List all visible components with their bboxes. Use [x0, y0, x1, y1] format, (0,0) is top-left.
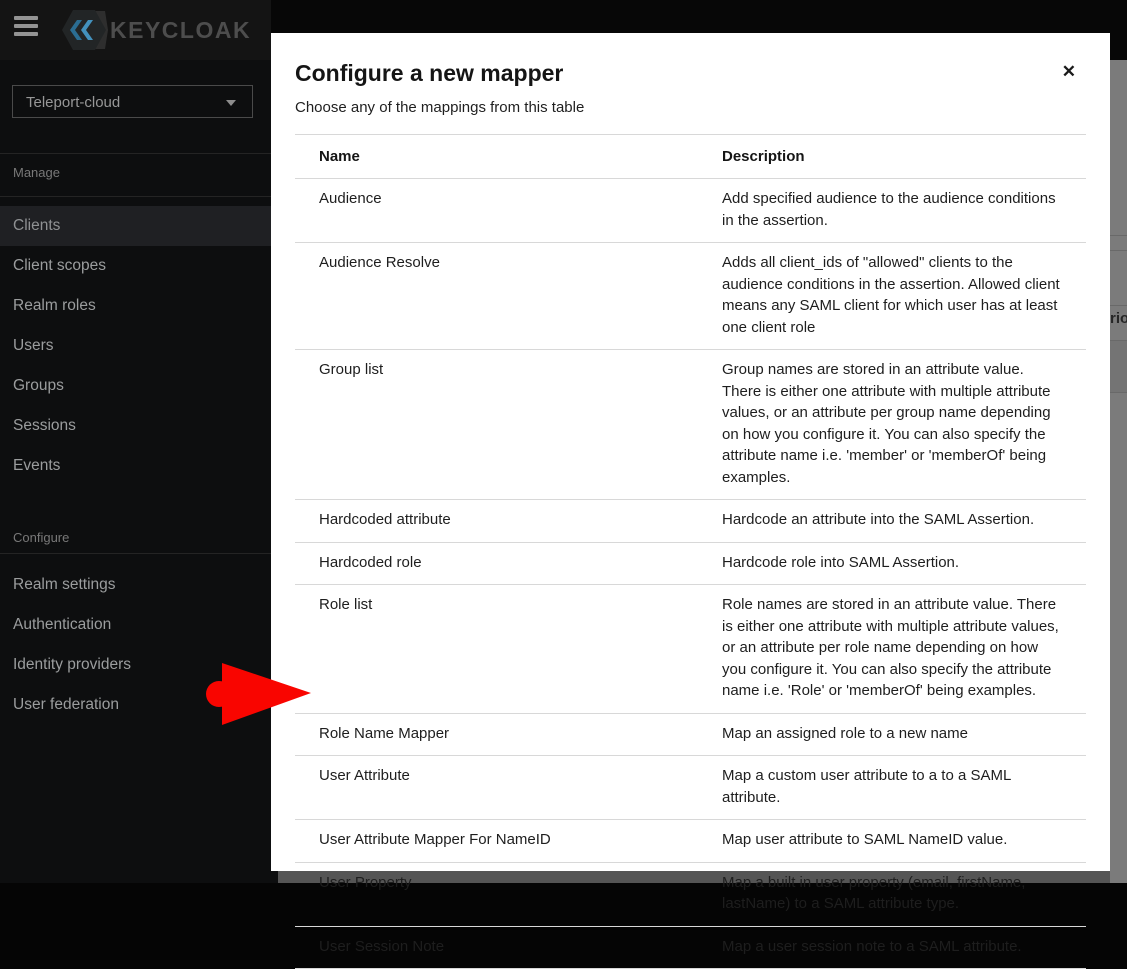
- mapper-description: Map user attribute to SAML NameID value.: [722, 819, 1086, 863]
- chevron-down-icon: [226, 100, 236, 106]
- mapper-row[interactable]: User Property Map a built in user proper…: [295, 862, 1086, 927]
- mapper-name[interactable]: Audience Resolve: [295, 242, 722, 350]
- sidebar-nav-item[interactable]: Sessions: [0, 406, 278, 446]
- mapper-row[interactable]: Role list Role names are stored in an at…: [295, 584, 1086, 714]
- sidebar-nav-item[interactable]: Realm roles: [0, 286, 278, 326]
- mapper-name[interactable]: Role Name Mapper: [295, 713, 722, 756]
- sidebar-divider: [0, 196, 278, 197]
- realm-selector-value: Teleport-cloud: [26, 94, 121, 111]
- configure-mapper-modal: Configure a new mapper Choose any of the…: [271, 33, 1110, 969]
- sidebar-section-title-configure: Configure: [13, 530, 70, 545]
- dimmed-background-content: rio: [1110, 60, 1127, 883]
- sidebar-nav-item-label: Clients: [13, 217, 61, 234]
- sidebar-nav-item[interactable]: Identity providers: [0, 645, 278, 685]
- mapper-description: Add specified audience to the audience c…: [722, 178, 1086, 243]
- mapper-table-body: Audience Add specified audience to the a…: [295, 178, 1086, 969]
- mapper-name[interactable]: User Attribute: [295, 755, 722, 820]
- sidebar-nav-configure: Realm settings Authentication Identity p…: [0, 565, 278, 725]
- keycloak-logo-text: KEYCLOAK: [110, 16, 252, 43]
- sidebar-nav-item[interactable]: Realm settings: [0, 565, 278, 605]
- sidebar-nav-manage: Clients Client scopes Realm roles Users …: [0, 206, 278, 486]
- sidebar-divider: [0, 553, 278, 554]
- sidebar-section-title-manage: Manage: [13, 165, 60, 180]
- mapper-name[interactable]: Hardcoded role: [295, 542, 722, 585]
- realm-selector-dropdown[interactable]: Teleport-cloud: [12, 85, 253, 118]
- mapper-name[interactable]: User Property: [295, 862, 722, 927]
- mapper-description: Map a built in user property (email, fir…: [722, 862, 1086, 927]
- sidebar-nav-item[interactable]: Client scopes: [0, 246, 278, 286]
- clipped-background-text: rio: [1110, 310, 1127, 327]
- keycloak-logo: KEYCLOAK: [62, 8, 251, 52]
- mapper-row[interactable]: Group list Group names are stored in an …: [295, 349, 1086, 500]
- sidebar-nav-item-label: Groups: [13, 377, 64, 394]
- mapper-table-header-row: Name Description: [295, 135, 1086, 179]
- sidebar-nav-item-label: Users: [13, 337, 54, 354]
- mapper-row[interactable]: User Session Note Map a user session not…: [295, 926, 1086, 969]
- mapper-name[interactable]: User Attribute Mapper For NameID: [295, 819, 722, 863]
- mapper-row[interactable]: Role Name Mapper Map an assigned role to…: [295, 713, 1086, 756]
- mapper-name[interactable]: User Session Note: [295, 926, 722, 969]
- keycloak-logo-icon: [62, 10, 108, 50]
- sidebar-nav-item-label: Realm roles: [13, 297, 96, 314]
- mapper-description: Adds all client_ids of "allowed" clients…: [722, 242, 1086, 350]
- modal-subtitle: Choose any of the mappings from this tab…: [295, 99, 585, 116]
- close-icon[interactable]: ✕: [1060, 61, 1078, 82]
- mapper-description: Role names are stored in an attribute va…: [722, 584, 1086, 714]
- mapper-row[interactable]: Hardcoded role Hardcode role into SAML A…: [295, 542, 1086, 585]
- column-header-name: Name: [295, 135, 722, 179]
- sidebar-nav-item[interactable]: Clients: [0, 206, 278, 246]
- mapper-row[interactable]: User Attribute Map a custom user attribu…: [295, 755, 1086, 820]
- mapper-table: Name Description Audience Add specified …: [295, 135, 1086, 969]
- sidebar-nav-item[interactable]: Authentication: [0, 605, 278, 645]
- mapper-name[interactable]: Group list: [295, 349, 722, 500]
- mapper-name[interactable]: Role list: [295, 584, 722, 714]
- mapper-row[interactable]: Hardcoded attribute Hardcode an attribut…: [295, 499, 1086, 543]
- sidebar-nav-item-label: Sessions: [13, 417, 76, 434]
- mapper-name[interactable]: Audience: [295, 178, 722, 243]
- mapper-name[interactable]: Hardcoded attribute: [295, 499, 722, 543]
- sidebar-nav-item[interactable]: Events: [0, 446, 278, 486]
- mapper-description: Hardcode an attribute into the SAML Asse…: [722, 499, 1086, 543]
- sidebar-divider: [0, 153, 278, 154]
- sidebar-nav-item-label: User federation: [13, 696, 119, 713]
- sidebar-nav-item[interactable]: Users: [0, 326, 278, 366]
- mapper-description: Group names are stored in an attribute v…: [722, 349, 1086, 500]
- sidebar-nav-item-label: Client scopes: [13, 257, 107, 274]
- sidebar-nav-item-label: Events: [13, 457, 61, 474]
- mapper-row[interactable]: Audience Add specified audience to the a…: [295, 178, 1086, 243]
- mapper-row[interactable]: User Attribute Mapper For NameID Map use…: [295, 819, 1086, 863]
- mapper-description: Map a custom user attribute to a to a SA…: [722, 755, 1086, 820]
- mapper-row[interactable]: Audience Resolve Adds all client_ids of …: [295, 242, 1086, 350]
- sidebar-nav-item-label: Identity providers: [13, 656, 132, 673]
- hamburger-menu-icon[interactable]: [14, 16, 38, 36]
- sidebar-nav-item-label: Realm settings: [13, 576, 116, 593]
- sidebar-nav-item[interactable]: User federation: [0, 685, 278, 725]
- column-header-description: Description: [722, 135, 1086, 179]
- sidebar-nav-item[interactable]: Groups: [0, 366, 278, 406]
- sidebar-nav-item-label: Authentication: [13, 616, 112, 633]
- modal-title: Configure a new mapper: [295, 60, 564, 86]
- sidebar: Teleport-cloud Manage Clients Client sco…: [0, 60, 278, 883]
- mapper-description: Map a user session note to a SAML attrib…: [722, 926, 1086, 969]
- mapper-description: Hardcode role into SAML Assertion.: [722, 542, 1086, 585]
- mapper-description: Map an assigned role to a new name: [722, 713, 1086, 756]
